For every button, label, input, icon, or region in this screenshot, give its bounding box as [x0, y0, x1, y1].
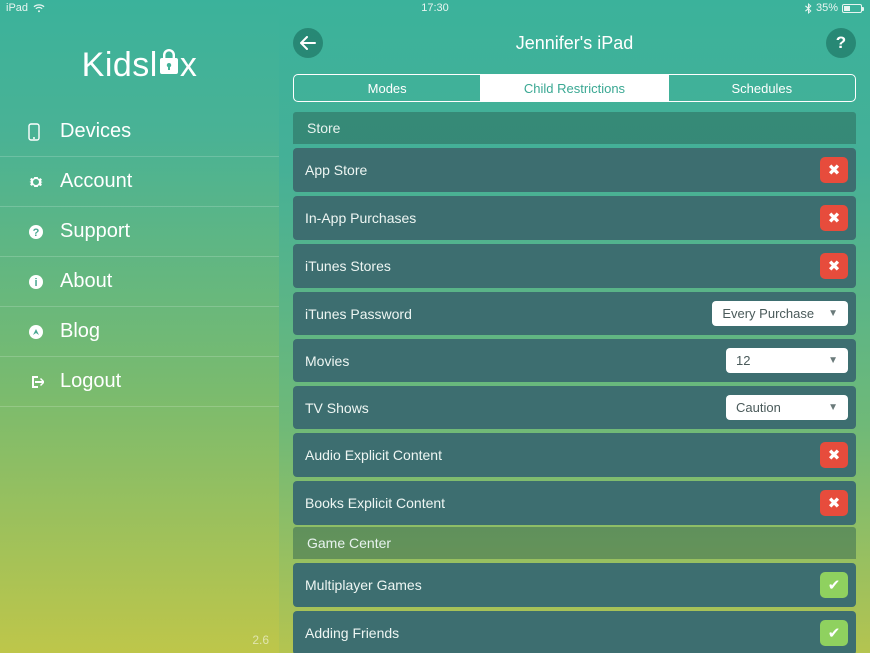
tab-child-restrictions[interactable]: Child Restrictions [480, 75, 667, 101]
nav: Devices Account ? Support i About Blog L… [0, 107, 279, 407]
sidebar-item-about[interactable]: i About [0, 257, 279, 307]
row-label: App Store [305, 162, 367, 178]
row-movies: Movies 12 ▼ [293, 339, 856, 382]
row-label: TV Shows [305, 400, 369, 416]
svg-text:i: i [34, 277, 37, 289]
sidebar-item-blog[interactable]: Blog [0, 307, 279, 357]
row-tv-shows: TV Shows Caution ▼ [293, 386, 856, 429]
svg-text:?: ? [33, 227, 40, 239]
row-label: iTunes Password [305, 306, 412, 322]
section-header-store: Store [293, 112, 856, 144]
status-bar-right: 17:30 35% [279, 0, 870, 16]
sidebar-item-label: Devices [60, 120, 131, 143]
row-books-explicit: Books Explicit Content ✖ [293, 481, 856, 525]
row-app-store: App Store ✖ [293, 148, 856, 192]
toggle-adding-friends[interactable]: ✔ [820, 620, 848, 646]
row-label: Multiplayer Games [305, 577, 422, 593]
bluetooth-icon [805, 3, 812, 14]
section-header-game-center: Game Center [293, 527, 856, 559]
check-icon: ✔ [828, 576, 841, 594]
toggle-itunes-stores[interactable]: ✖ [820, 253, 848, 279]
close-icon: ✖ [828, 257, 841, 275]
content-scroll[interactable]: Store App Store ✖ In-App Purchases ✖ iTu… [279, 110, 870, 653]
toggle-iap[interactable]: ✖ [820, 205, 848, 231]
page-title: Jennifer's iPad [516, 33, 634, 54]
sidebar-item-label: Support [60, 220, 130, 243]
check-icon: ✔ [828, 624, 841, 642]
row-label: Books Explicit Content [305, 495, 445, 511]
wifi-icon [33, 4, 45, 13]
select-movies[interactable]: 12 ▼ [726, 348, 848, 373]
row-itunes-stores: iTunes Stores ✖ [293, 244, 856, 288]
compass-icon [28, 324, 46, 340]
back-button[interactable] [293, 28, 323, 58]
sidebar-item-logout[interactable]: Logout [0, 357, 279, 407]
clock: 17:30 [421, 2, 449, 14]
tab-bar: Modes Child Restrictions Schedules [293, 74, 856, 102]
select-itunes-password[interactable]: Every Purchase ▼ [712, 301, 848, 326]
close-icon: ✖ [828, 161, 841, 179]
toggle-multiplayer[interactable]: ✔ [820, 572, 848, 598]
logout-icon [28, 374, 46, 390]
lock-icon [158, 48, 180, 76]
sidebar-item-label: About [60, 270, 112, 293]
sidebar-item-label: Account [60, 170, 132, 193]
row-multiplayer: Multiplayer Games ✔ [293, 563, 856, 607]
toggle-app-store[interactable]: ✖ [820, 157, 848, 183]
status-bar-left: iPad [0, 0, 279, 16]
close-icon: ✖ [828, 446, 841, 464]
help-icon: ? [28, 224, 46, 240]
close-icon: ✖ [828, 494, 841, 512]
gear-icon [28, 174, 46, 190]
chevron-down-icon: ▼ [828, 308, 838, 319]
row-label: In-App Purchases [305, 210, 416, 226]
battery-icon [842, 4, 862, 13]
chevron-down-icon: ▼ [828, 402, 838, 413]
row-label: Adding Friends [305, 625, 399, 641]
phone-icon [28, 123, 46, 141]
row-label: Movies [305, 353, 349, 369]
row-iap: In-App Purchases ✖ [293, 196, 856, 240]
sidebar: iPad Kidslx Devices Account ? Support i … [0, 0, 279, 653]
row-itunes-password: iTunes Password Every Purchase ▼ [293, 292, 856, 335]
toggle-audio-explicit[interactable]: ✖ [820, 442, 848, 468]
page-header: Jennifer's iPad ? [279, 22, 870, 64]
chevron-down-icon: ▼ [828, 355, 838, 366]
toggle-books-explicit[interactable]: ✖ [820, 490, 848, 516]
tab-modes[interactable]: Modes [294, 75, 480, 101]
row-label: iTunes Stores [305, 258, 391, 274]
select-tv-shows[interactable]: Caution ▼ [726, 395, 848, 420]
row-adding-friends: Adding Friends ✔ [293, 611, 856, 653]
sidebar-item-support[interactable]: ? Support [0, 207, 279, 257]
battery-pct: 35% [816, 2, 838, 14]
info-icon: i [28, 274, 46, 290]
row-label: Audio Explicit Content [305, 447, 442, 463]
tab-schedules[interactable]: Schedules [668, 75, 855, 101]
row-audio-explicit: Audio Explicit Content ✖ [293, 433, 856, 477]
brand-logo: Kidslx [0, 46, 279, 85]
help-button[interactable]: ? [826, 28, 856, 58]
sidebar-item-label: Blog [60, 320, 100, 343]
version-label: 2.6 [252, 633, 269, 647]
sidebar-item-devices[interactable]: Devices [0, 107, 279, 157]
sidebar-item-account[interactable]: Account [0, 157, 279, 207]
sidebar-item-label: Logout [60, 370, 121, 393]
carrier-label: iPad [6, 2, 28, 14]
main: 17:30 35% Jennifer's iPad ? Modes Child … [279, 0, 870, 653]
close-icon: ✖ [828, 209, 841, 227]
